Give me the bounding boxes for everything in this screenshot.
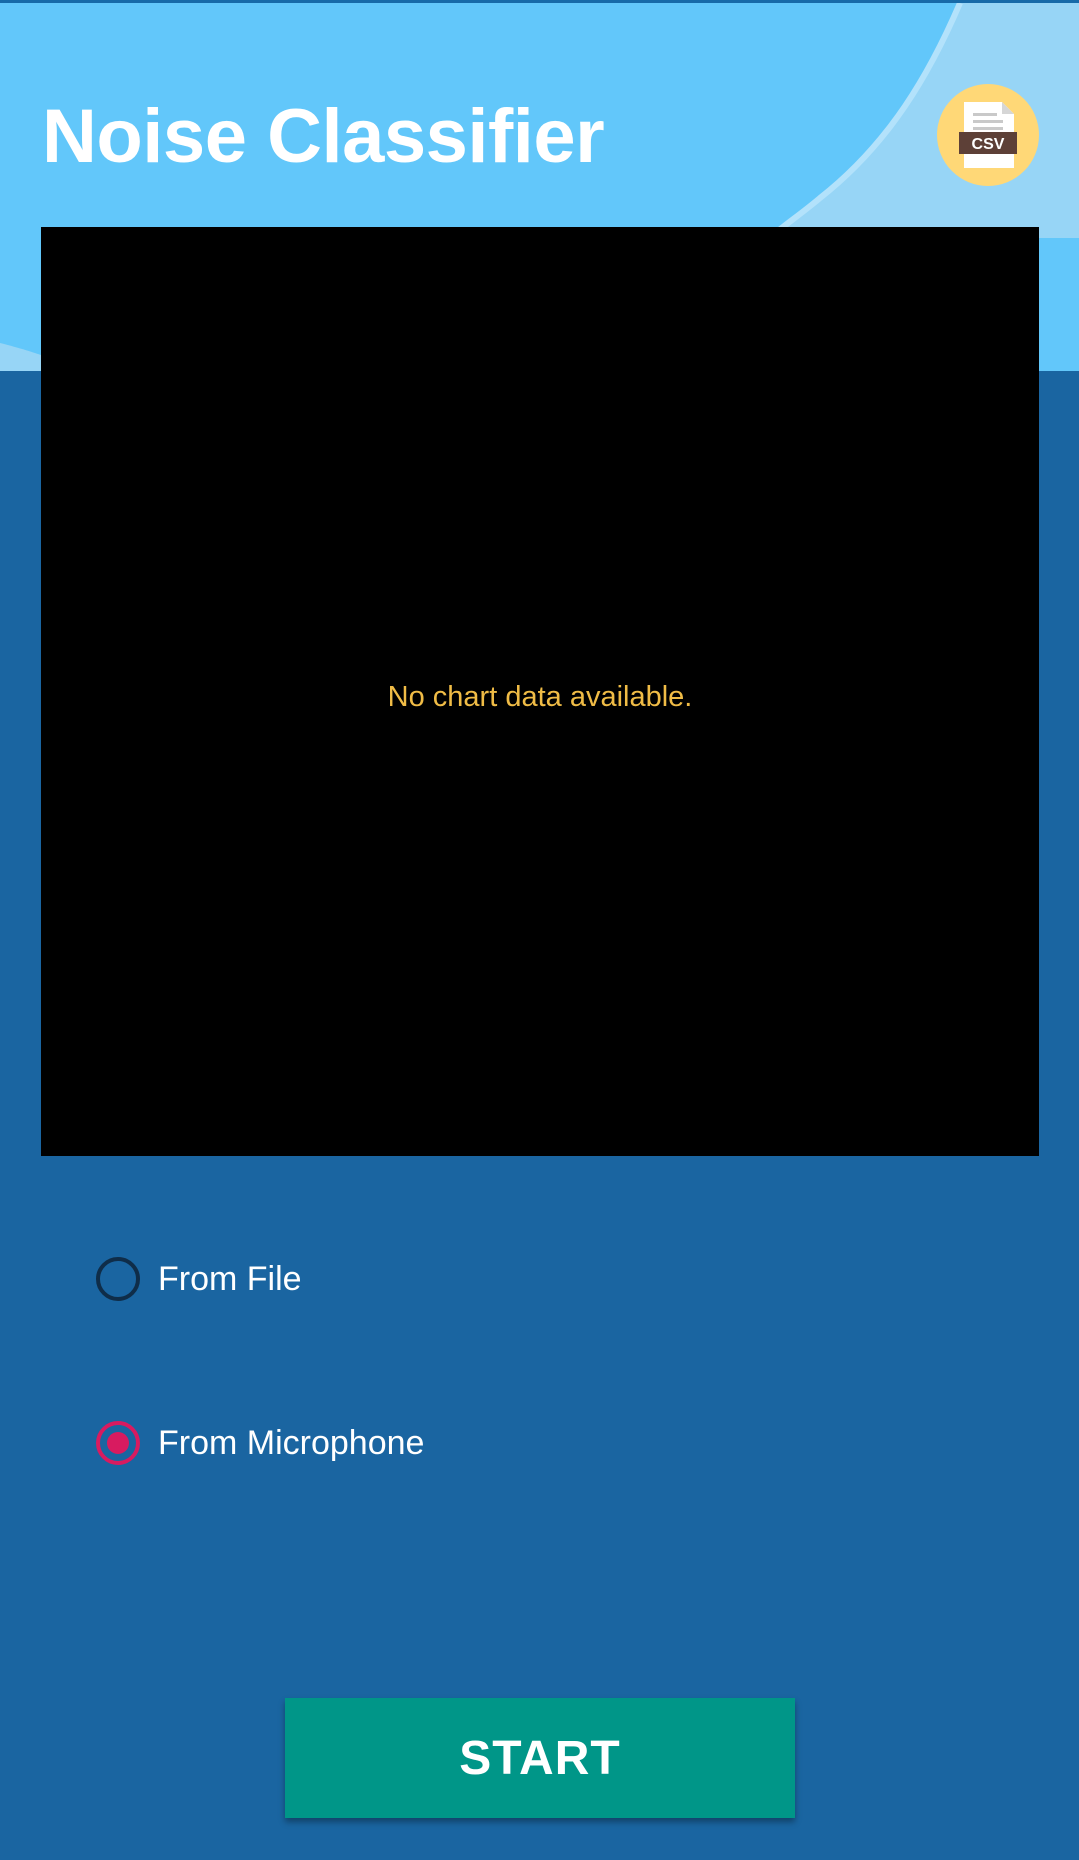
radio-button-unchecked[interactable] (96, 1257, 140, 1301)
radio-button-checked[interactable] (96, 1421, 140, 1465)
csv-icon-text: CSV (972, 136, 1005, 153)
start-button[interactable]: START (285, 1698, 795, 1818)
csv-file-icon: CSV (959, 102, 1017, 168)
export-csv-button[interactable]: CSV (937, 84, 1039, 186)
chart-empty-message: No chart data available. (387, 681, 693, 713)
radio-from-file[interactable]: From File (96, 1251, 302, 1307)
radio-label-from-file: From File (158, 1259, 302, 1298)
radio-from-microphone[interactable]: From Microphone (96, 1415, 424, 1471)
chart-panel: No chart data available. (41, 227, 1039, 1156)
radio-label-from-microphone: From Microphone (158, 1423, 425, 1462)
app-title: Noise Classifier (42, 94, 605, 179)
